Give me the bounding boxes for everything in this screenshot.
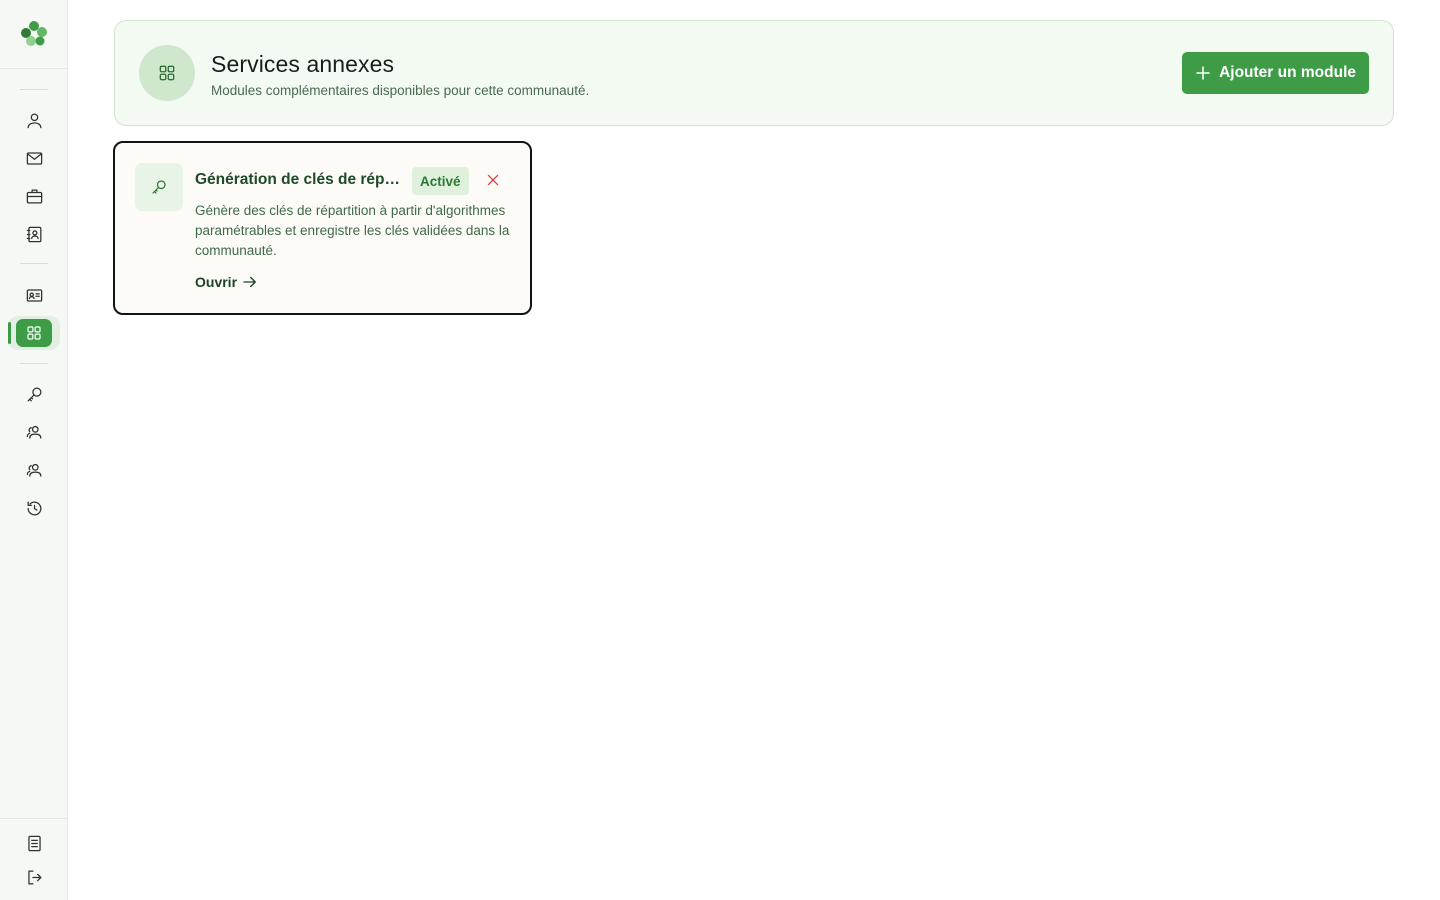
logout-icon (27, 870, 41, 884)
sidebar-item-group-2[interactable] (22, 458, 46, 482)
arrow-right-icon (243, 276, 256, 288)
status-badge: Activé (412, 167, 469, 195)
page-title: Services annexes (211, 51, 395, 77)
key-icon (152, 180, 166, 194)
plus-icon (1196, 66, 1210, 80)
header-icon (139, 45, 195, 101)
module-card[interactable]: Génération de clés de répa... Activé Gén… (113, 141, 532, 315)
clover-logo[interactable] (18, 18, 50, 50)
page-subtitle: Modules complémentaires disponibles pour… (211, 83, 590, 98)
sidebar-item-contacts[interactable] (22, 222, 46, 246)
mail-icon (26, 151, 42, 165)
grid-icon (27, 326, 41, 340)
sidebar-item-docs[interactable] (22, 831, 46, 855)
id-card-icon (26, 288, 42, 302)
sidebar-item-key[interactable] (22, 382, 46, 406)
sidebar-active-indicator (8, 322, 11, 344)
sidebar-item-briefcase[interactable] (22, 184, 46, 208)
sidebar-divider (20, 89, 48, 90)
open-module-label: Ouvrir (195, 274, 238, 290)
contact-book-icon (26, 226, 41, 242)
sidebar-item-id-card[interactable] (22, 283, 46, 307)
module-title: Génération de clés de répa... (195, 171, 405, 188)
sidebar-item-user[interactable] (22, 108, 46, 132)
sidebar-divider (20, 363, 48, 364)
remove-module-button[interactable] (484, 171, 502, 189)
key-icon (27, 387, 41, 401)
add-module-button[interactable]: Ajouter un module (1182, 52, 1369, 94)
grid-icon (159, 65, 175, 81)
add-module-button-label: Ajouter un module (1219, 64, 1356, 81)
document-icon (27, 835, 41, 851)
open-module-link[interactable]: Ouvrir (195, 273, 259, 291)
briefcase-icon (26, 189, 42, 203)
module-description: Génère des clés de répartition à partir … (195, 203, 510, 258)
sidebar-item-logout[interactable] (22, 865, 46, 889)
sidebar-item-mail[interactable] (22, 146, 46, 170)
user-icon (27, 113, 41, 128)
sidebar-divider (0, 818, 68, 819)
sidebar-item-history[interactable] (22, 496, 46, 520)
users-icon (26, 463, 41, 477)
module-icon (135, 163, 183, 211)
close-icon (487, 174, 499, 186)
sidebar-divider (20, 263, 48, 264)
page-header: Services annexes Modules complémentaires… (114, 20, 1394, 126)
history-icon (27, 501, 41, 515)
sidebar-divider (0, 68, 68, 69)
sidebar-item-modules[interactable] (16, 319, 52, 347)
sidebar (0, 0, 68, 900)
sidebar-item-group-1[interactable] (22, 420, 46, 444)
users-icon (26, 425, 41, 439)
